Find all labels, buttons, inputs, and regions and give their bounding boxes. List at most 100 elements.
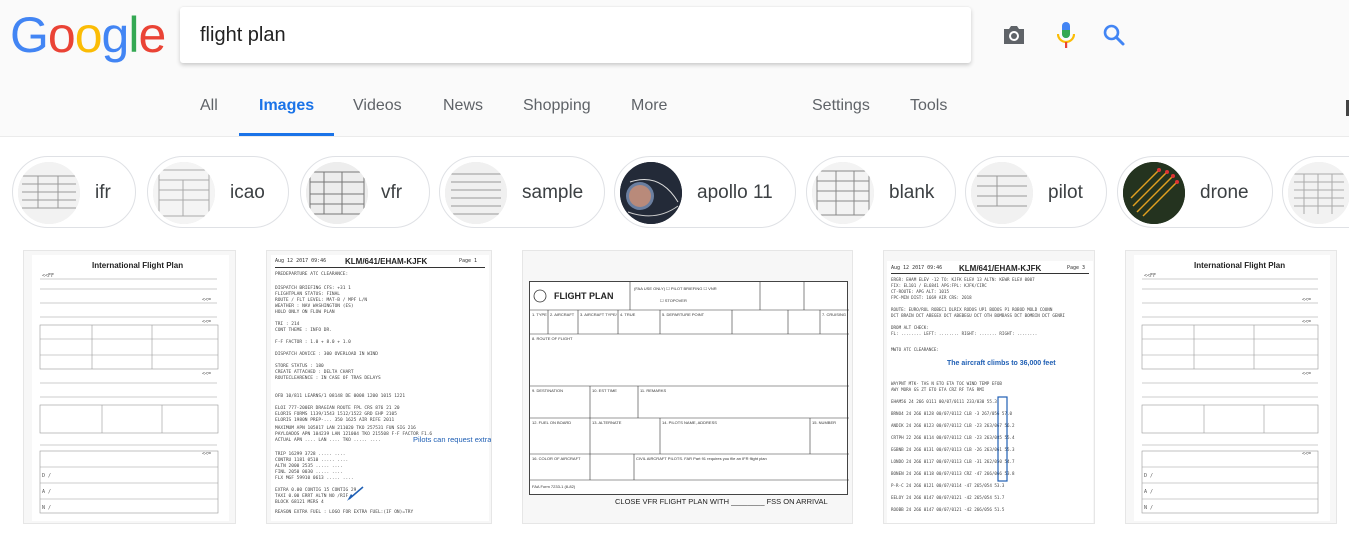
svg-text:<<=: <<= [202, 451, 211, 457]
svg-text:<<FF: <<FF [42, 273, 54, 279]
svg-text:MWTO ATC CLEARANCE:: MWTO ATC CLEARANCE: [891, 347, 939, 352]
svg-text:13. ALTERNATE: 13. ALTERNATE [592, 420, 622, 425]
svg-text:EGBNB 24 266 0131 00/0: EGBNB 24 266 0131 00/07/0113 CLB -26 263… [891, 447, 1015, 452]
related-chips: ifr icao vfr sample apollo 11 blank pilo… [0, 156, 1349, 230]
svg-text:7. CRUISING: 7. CRUISING [822, 312, 846, 317]
tab-images[interactable]: Images [238, 84, 335, 136]
svg-text:2. AIRCRAFT: 2. AIRCRAFT [550, 312, 575, 317]
tab-tools[interactable]: Tools [910, 84, 947, 136]
svg-text:N /: N / [1144, 505, 1153, 511]
svg-text:BLOCK 68121 MERS: BLOCK 68121 MERS 4 [275, 499, 324, 505]
svg-text:A /: A / [42, 489, 51, 495]
image-result[interactable]: (FAA USE ONLY) ☐ PILOT BRIEFING ☐ VNR ☐ … [522, 250, 853, 524]
svg-text:ELORIS 1980N PREP-.: ELORIS 1980N PREP-... 350 1625 AIR RIFE … [275, 417, 394, 423]
svg-text:OFB 10/811 LEARNS/1 08148 DE 0: OFB 10/811 LEARNS/1 08148 DE 0008 1200 1… [275, 393, 405, 399]
chip-vfr[interactable]: vfr [300, 156, 430, 228]
svg-text:4. TRUE: 4. TRUE [620, 312, 636, 317]
svg-text:REASON EXTRA FUEL : LOGO FOR: REASON EXTRA FUEL : LOGO FOR EXTRA FUEL:… [275, 509, 413, 515]
svg-text:F-F FACTOR : 1.0 + 8.0: F-F FACTOR : 1.0 + 8.0 + 1.0 [275, 339, 351, 345]
svg-text:PAYLOADOS APN 104239 LAN 12: PAYLOADOS APN 104239 LAN 121004 TKO 2155… [275, 431, 432, 437]
svg-text:D /: D / [1144, 473, 1153, 479]
svg-text:9. DESTINATION: 9. DESTINATION [532, 388, 563, 393]
svg-text:14. PILOTS NAME, ADDRESS: 14. PILOTS NAME, ADDRESS [662, 420, 717, 425]
chip-thumbnail [1123, 162, 1185, 224]
svg-text:CRTPH 22 266 0114 00/0: CRTPH 22 266 0114 00/07/0112 CLB -23 263… [891, 435, 1015, 440]
svg-text:ROUTE: EURO/ROL ROBEC1 DLRIX: ROUTE: EURO/ROL ROBEC1 DLRIX RODOS UP1 B… [891, 307, 1053, 312]
image-result[interactable]: International Flight Plan <<FF <<= <<= <<= <… [1125, 250, 1337, 524]
svg-text:5. DEPARTURE POINT: 5. DEPARTURE POINT [662, 312, 705, 317]
svg-text:EHAM56 24 266 0111 00/0: EHAM56 24 266 0111 00/07/0111 233/030 55… [891, 399, 997, 404]
svg-text:ELOI 777-200ER DRAGIA: ELOI 777-200ER DRAGIAN ROUTE FPL CRS 876… [275, 405, 400, 411]
tab-shopping[interactable]: Shopping [523, 84, 591, 136]
svg-text:<<=: <<= [202, 371, 211, 377]
chip-drone[interactable]: drone [1117, 156, 1273, 228]
svg-text:<<=: <<= [202, 319, 211, 325]
svg-text:FLX MGF 59910 0613: FLX MGF 59910 0613 ..... .... [275, 475, 354, 481]
svg-text:DISPATCH ADVICE : 300 OVERLO: DISPATCH ADVICE : 300 OVERLOAD IN WIND [275, 351, 378, 357]
tab-settings[interactable]: Settings [812, 84, 870, 136]
logo-letter: g [101, 7, 130, 63]
annotation-note: The aircraft climbs to 36,000 feet [947, 360, 1056, 367]
image-result[interactable]: Aug 12 2017 09:46 KLM/641/EHAM-KJFK Page… [266, 250, 492, 524]
svg-text:11. REMARKS: 11. REMARKS [640, 388, 666, 393]
chip-partial[interactable] [1282, 156, 1349, 228]
chip-label: drone [1200, 182, 1249, 203]
svg-text:TRIP 16299 3728: TRIP 16299 3728 ..... .... [275, 451, 345, 457]
chip-thumbnail [306, 162, 368, 224]
svg-text:FLIGHTPLAN STATUS: FINAL: FLIGHTPLAN STATUS: FINAL [275, 291, 340, 297]
microphone-icon[interactable] [1050, 19, 1082, 51]
chip-blank[interactable]: blank [806, 156, 956, 228]
svg-text:☐ STOPOVER: ☐ STOPOVER [660, 298, 687, 303]
svg-text:D /: D / [42, 473, 51, 479]
svg-text:CONTRU 1181 0510: CONTRU 1181 0510 ..... .... [275, 457, 348, 463]
camera-icon[interactable] [998, 19, 1030, 51]
svg-text:LONDO 24 266 0117 00/0: LONDO 24 266 0117 00/07/0113 CLB -31 262… [891, 459, 1015, 464]
svg-text:EXTRA 0.00 CONTIG 15: EXTRA 0.00 CONTIG 15 CONTIG 29 [275, 487, 357, 493]
doc-footer: CLOSE VFR FLIGHT PLAN WITH ________ FSS … [615, 497, 828, 506]
annotation-note: Pilots can request extra fuel [413, 435, 492, 444]
tab-more[interactable]: More [631, 84, 667, 136]
document-thumbnail: Aug 12 2017 09:46 KLM/641/EHAM-KJFK Page… [271, 255, 492, 521]
svg-text:1. TYPE: 1. TYPE [532, 312, 547, 317]
chip-thumbnail [1288, 162, 1349, 224]
svg-text:ANDIK 24 266 0123 00/0: ANDIK 24 266 0123 00/07/0112 CLB -23 263… [891, 423, 1015, 428]
chip-label: pilot [1048, 182, 1083, 203]
image-result[interactable]: International Flight Plan <<FF <<= <<= <<= <… [23, 250, 236, 524]
chip-label: blank [889, 182, 935, 203]
svg-text:FL: ........ LEFT: ........ R: FL: ........ LEFT: ........ RIGHT: .....… [891, 331, 1037, 336]
chip-ifr[interactable]: ifr [12, 156, 136, 228]
search-icon[interactable] [1098, 19, 1130, 51]
svg-text:BONEN 24 266 0118 00/0: BONEN 24 266 0118 00/07/0113 CRZ -47 266… [891, 471, 1015, 476]
svg-text:WAYPNT MTK- TAS N ETO: WAYPNT MTK- TAS N ETO ETA TOC WIND TEMP … [891, 381, 1002, 386]
document-thumbnail: International Flight Plan <<FF <<= <<= <<= <… [32, 255, 229, 521]
chip-icao[interactable]: icao [147, 156, 289, 228]
svg-text:15. NUMBER: 15. NUMBER [812, 420, 836, 425]
tab-videos[interactable]: Videos [353, 84, 402, 136]
chip-apollo-11[interactable]: apollo 11 [614, 156, 796, 228]
svg-text:16. COLOR OF AIRCRAFT: 16. COLOR OF AIRCRAFT [532, 456, 581, 461]
tab-all[interactable]: All [200, 84, 218, 136]
svg-text:WEATHER : NAV WASHIN: WEATHER : NAV WASHINGTON (ES) [275, 303, 354, 309]
svg-text:<<FF: <<FF [1144, 273, 1156, 279]
svg-text:<<=: <<= [1302, 319, 1311, 325]
svg-text:ROOBB 24 266 0147 00/0: ROOBB 24 266 0147 00/07/0121 -42 266/056… [891, 507, 1005, 512]
search-input[interactable]: flight plan [200, 7, 800, 63]
image-result[interactable]: Aug 12 2017 09:46 KLM/641/EHAM-KJFK Page… [883, 250, 1095, 524]
svg-text:AWY MORA GS ZT ETO: AWY MORA GS ZT ETO ETA CRZ RF TAS RMI [891, 387, 985, 392]
svg-text:FIX: EL101 / EL6841 A: FIX: EL101 / EL6841 APG:FPL: KJFK/CIRC [891, 283, 987, 288]
logo-letter: G [10, 7, 49, 63]
chip-pilot[interactable]: pilot [965, 156, 1107, 228]
chip-label: icao [230, 182, 265, 203]
svg-text:N /: N / [42, 505, 51, 511]
chip-label: ifr [95, 182, 111, 203]
svg-text:ROUTECLEARENCE : IN CASE OF: ROUTECLEARENCE : IN CASE OF TRAS DELAYS [275, 375, 381, 381]
google-logo[interactable]: Google [10, 7, 166, 63]
chip-sample[interactable]: sample [439, 156, 605, 228]
chip-label: vfr [381, 182, 403, 203]
svg-text:FINL 2050 0030: FINL 2050 0030 ..... .... [275, 469, 343, 475]
svg-text:STORE STATUS : 180: STORE STATUS : 180 [275, 363, 324, 369]
logo-letter: e [138, 7, 166, 63]
svg-text:<<=: <<= [1302, 297, 1311, 303]
tab-news[interactable]: News [443, 84, 483, 136]
svg-text:8. ROUTE OF FLIGHT: 8. ROUTE OF FLIGHT [532, 336, 573, 341]
